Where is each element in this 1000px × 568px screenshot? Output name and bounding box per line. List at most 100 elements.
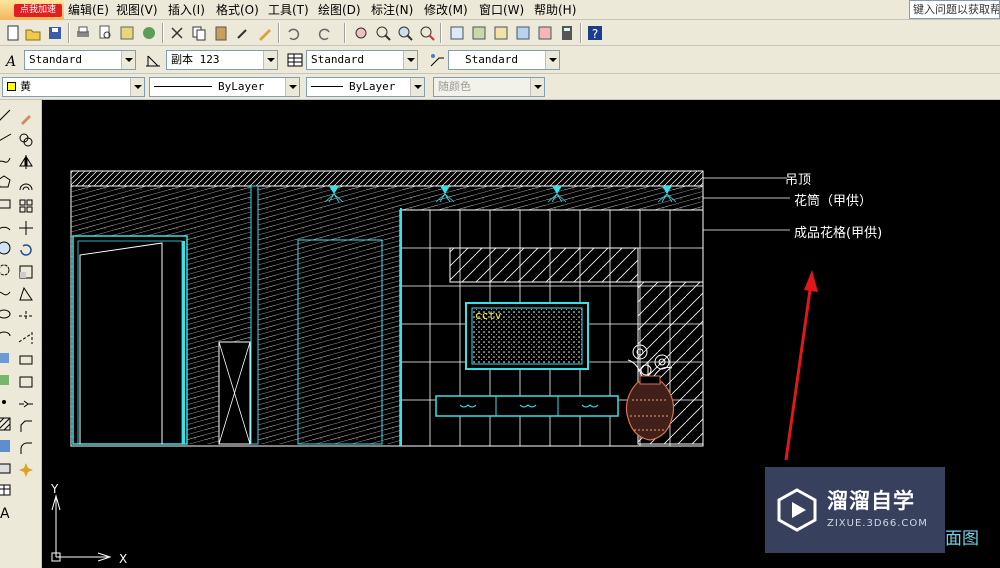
- menu-tools[interactable]: 工具(T): [268, 2, 309, 18]
- construction-line-icon[interactable]: [0, 130, 12, 146]
- make-block-icon[interactable]: [0, 372, 12, 388]
- arc-icon[interactable]: [0, 218, 12, 234]
- svg-text:?: ?: [592, 27, 598, 41]
- line-icon[interactable]: [0, 108, 12, 124]
- watermark-title: 溜溜自学: [827, 489, 915, 513]
- erase-icon[interactable]: [18, 110, 34, 126]
- insert-block-icon[interactable]: [0, 350, 12, 366]
- mtext-icon[interactable]: A: [0, 504, 12, 520]
- publish-icon[interactable]: [118, 24, 136, 42]
- menu-edit[interactable]: 编辑(E): [68, 2, 109, 18]
- print-preview-icon[interactable]: [96, 24, 114, 42]
- open-file-icon[interactable]: [24, 24, 42, 42]
- menu-modify[interactable]: 修改(M): [424, 2, 468, 18]
- properties-toolbar: 黄 ByLayer ByLayer 随颜色: [0, 74, 1000, 100]
- stretch-icon[interactable]: [18, 286, 34, 302]
- help-search-input[interactable]: 键入问题以获取帮: [909, 0, 1000, 19]
- properties-icon[interactable]: [448, 24, 466, 42]
- copy-object-icon[interactable]: [18, 132, 34, 148]
- polygon-icon[interactable]: [0, 174, 12, 190]
- mirror-icon[interactable]: [18, 154, 34, 170]
- design-center-icon[interactable]: [470, 24, 488, 42]
- ellipse-arc-icon[interactable]: [0, 328, 12, 344]
- help-icon[interactable]: ?: [586, 24, 604, 42]
- zoom-previous-icon[interactable]: [418, 24, 436, 42]
- extend-icon[interactable]: [18, 330, 34, 346]
- fillet-icon[interactable]: [18, 440, 34, 456]
- scale-icon[interactable]: [18, 264, 34, 280]
- ceiling-label: 吊顶: [785, 173, 812, 188]
- paste-icon[interactable]: [212, 24, 230, 42]
- pan-icon[interactable]: [352, 24, 370, 42]
- menu-help[interactable]: 帮助(H): [534, 2, 576, 18]
- calculator-icon[interactable]: [558, 24, 576, 42]
- block-editor-icon[interactable]: [256, 24, 274, 42]
- menu-format[interactable]: 格式(O): [216, 2, 259, 18]
- plot-icon[interactable]: [140, 24, 158, 42]
- menu-window[interactable]: 窗口(W): [479, 2, 524, 18]
- ucs-y-label: Y: [51, 482, 59, 496]
- hatch-icon[interactable]: [0, 416, 12, 432]
- point-icon[interactable]: [0, 394, 12, 410]
- table-style-icon[interactable]: [286, 51, 304, 69]
- styles-toolbar: A Standard 副本 123 Standard Standard: [0, 46, 1000, 74]
- ellipse-icon[interactable]: [0, 306, 12, 322]
- table-icon[interactable]: [0, 482, 12, 498]
- svg-text:A: A: [0, 506, 10, 520]
- app-logo[interactable]: 点我加速: [0, 0, 64, 20]
- new-file-icon[interactable]: [4, 24, 22, 42]
- print-icon[interactable]: [74, 24, 92, 42]
- menu-draw[interactable]: 绘图(D): [318, 2, 361, 18]
- menu-bar: 点我加速 编辑(E) 视图(V) 插入(I) 格式(O) 工具(T) 绘图(D)…: [0, 0, 1000, 20]
- rectangle-icon[interactable]: [0, 196, 12, 212]
- array-icon[interactable]: [18, 198, 34, 214]
- explode-icon[interactable]: [18, 462, 34, 478]
- watermark-panel: 溜溜自学 ZIXUE.3D66.COM: [765, 467, 945, 553]
- menu-insert[interactable]: 插入(I): [168, 2, 205, 18]
- lineweight-select[interactable]: ByLayer: [306, 77, 425, 97]
- redo-icon[interactable]: [316, 24, 334, 42]
- offset-icon[interactable]: [18, 176, 34, 192]
- zoom-window-icon[interactable]: [396, 24, 414, 42]
- table-style-select[interactable]: Standard: [306, 50, 418, 70]
- move-icon[interactable]: [18, 220, 34, 236]
- break-icon[interactable]: [18, 352, 34, 368]
- copy-icon[interactable]: [190, 24, 208, 42]
- zoom-realtime-icon[interactable]: [374, 24, 392, 42]
- chamfer-icon[interactable]: [18, 418, 34, 434]
- polyline-icon[interactable]: [0, 152, 12, 168]
- region-icon[interactable]: [0, 460, 12, 476]
- text-style-select[interactable]: Standard: [24, 50, 136, 70]
- undo-icon[interactable]: [284, 24, 302, 42]
- speedup-badge[interactable]: 点我加速: [14, 4, 62, 17]
- match-properties-icon[interactable]: [234, 24, 252, 42]
- markup-icon[interactable]: [536, 24, 554, 42]
- break-at-point-icon[interactable]: [18, 374, 34, 390]
- revcloud-icon[interactable]: [0, 262, 12, 278]
- svg-text:A: A: [4, 54, 16, 69]
- color-select[interactable]: 黄: [2, 77, 145, 97]
- join-icon[interactable]: [18, 396, 34, 412]
- lattice-label: 成品花格(甲供): [794, 226, 883, 241]
- ucs-icon: [51, 494, 112, 562]
- rotate-icon[interactable]: [18, 242, 34, 258]
- save-icon[interactable]: [46, 24, 64, 42]
- cut-icon[interactable]: [168, 24, 186, 42]
- circle-icon[interactable]: [0, 240, 12, 256]
- trim-icon[interactable]: [18, 308, 34, 324]
- tv-screen-label: cctv: [475, 309, 502, 322]
- gradient-icon[interactable]: [0, 438, 12, 454]
- multileader-style-icon[interactable]: [428, 51, 446, 69]
- sheet-set-icon[interactable]: [514, 24, 532, 42]
- dim-style-select[interactable]: 副本 123: [166, 50, 278, 70]
- menu-view[interactable]: 视图(V): [116, 2, 158, 18]
- linetype-select[interactable]: ByLayer: [149, 77, 300, 97]
- spline-icon[interactable]: [0, 284, 12, 300]
- drawing-canvas[interactable]: cctv 吊顶 花筒（甲供） 成品花格(甲供) Y X 溜溜自学 ZIXUE.3…: [42, 100, 1000, 568]
- multileader-style-select[interactable]: Standard: [448, 50, 560, 70]
- text-style-icon[interactable]: A: [3, 51, 21, 69]
- tool-palettes-icon[interactable]: [492, 24, 510, 42]
- drawing-title-partial: 面图: [945, 529, 979, 549]
- menu-dimension[interactable]: 标注(N): [371, 2, 413, 18]
- dim-style-icon[interactable]: [144, 51, 162, 69]
